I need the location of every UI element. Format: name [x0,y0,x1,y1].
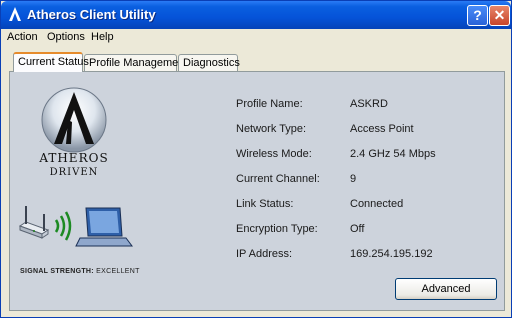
window-title: Atheros Client Utility [27,7,156,22]
status-value: ASKRD [350,98,388,110]
status-label: Profile Name: [236,98,303,110]
help-button[interactable]: ? [467,5,488,26]
title-bar[interactable]: Atheros Client Utility ? ✕ [1,1,511,29]
menu-action[interactable]: Action [7,31,38,43]
signal-strength-value: EXCELLENT [96,268,140,275]
menu-help[interactable]: Help [91,31,114,43]
status-label: IP Address: [236,248,293,260]
status-label: Link Status: [236,198,294,210]
atheros-driven-logo: ATHEROS DRIVEN [38,87,108,178]
laptop-icon [75,207,133,247]
status-value: Connected [350,198,404,210]
tab-diagnostics[interactable]: Diagnostics [178,54,240,71]
connection-illustration [18,206,133,247]
tab-current-status[interactable]: Current Status [13,52,89,72]
status-label: Current Channel: [236,173,320,185]
signal-strength-label: SIGNAL STRENGTH: [20,268,94,275]
menu-bar: Action Options Help [1,29,511,47]
advanced-button[interactable]: Advanced [395,278,497,300]
status-value: 9 [350,173,357,185]
logo-line-1: ATHEROS [38,151,108,165]
status-label: Wireless Mode: [236,148,312,160]
status-label: Network Type: [236,123,307,135]
menu-options[interactable]: Options [47,31,85,43]
app-window: Atheros Client Utility ? ✕ Action Option… [0,0,512,318]
status-value: 2.4 GHz 54 Mbps [350,148,436,160]
status-value: Access Point [350,123,414,135]
status-label: Encryption Type: [236,223,318,235]
router-icon [18,206,50,239]
signal-strength: SIGNAL STRENGTH: EXCELLENT [20,268,140,275]
logo-line-2: DRIVEN [50,167,99,178]
atheros-logo-icon [7,6,23,22]
wifi-waves-icon [54,211,72,241]
current-status-panel: ATHEROS DRIVEN SIGNAL STRENGTH: EXCELLEN… [9,71,505,311]
tab-profile-management[interactable]: Profile Management [84,54,187,71]
close-button[interactable]: ✕ [489,5,510,26]
status-value: Off [350,223,365,235]
status-value: 169.254.195.192 [350,248,433,260]
